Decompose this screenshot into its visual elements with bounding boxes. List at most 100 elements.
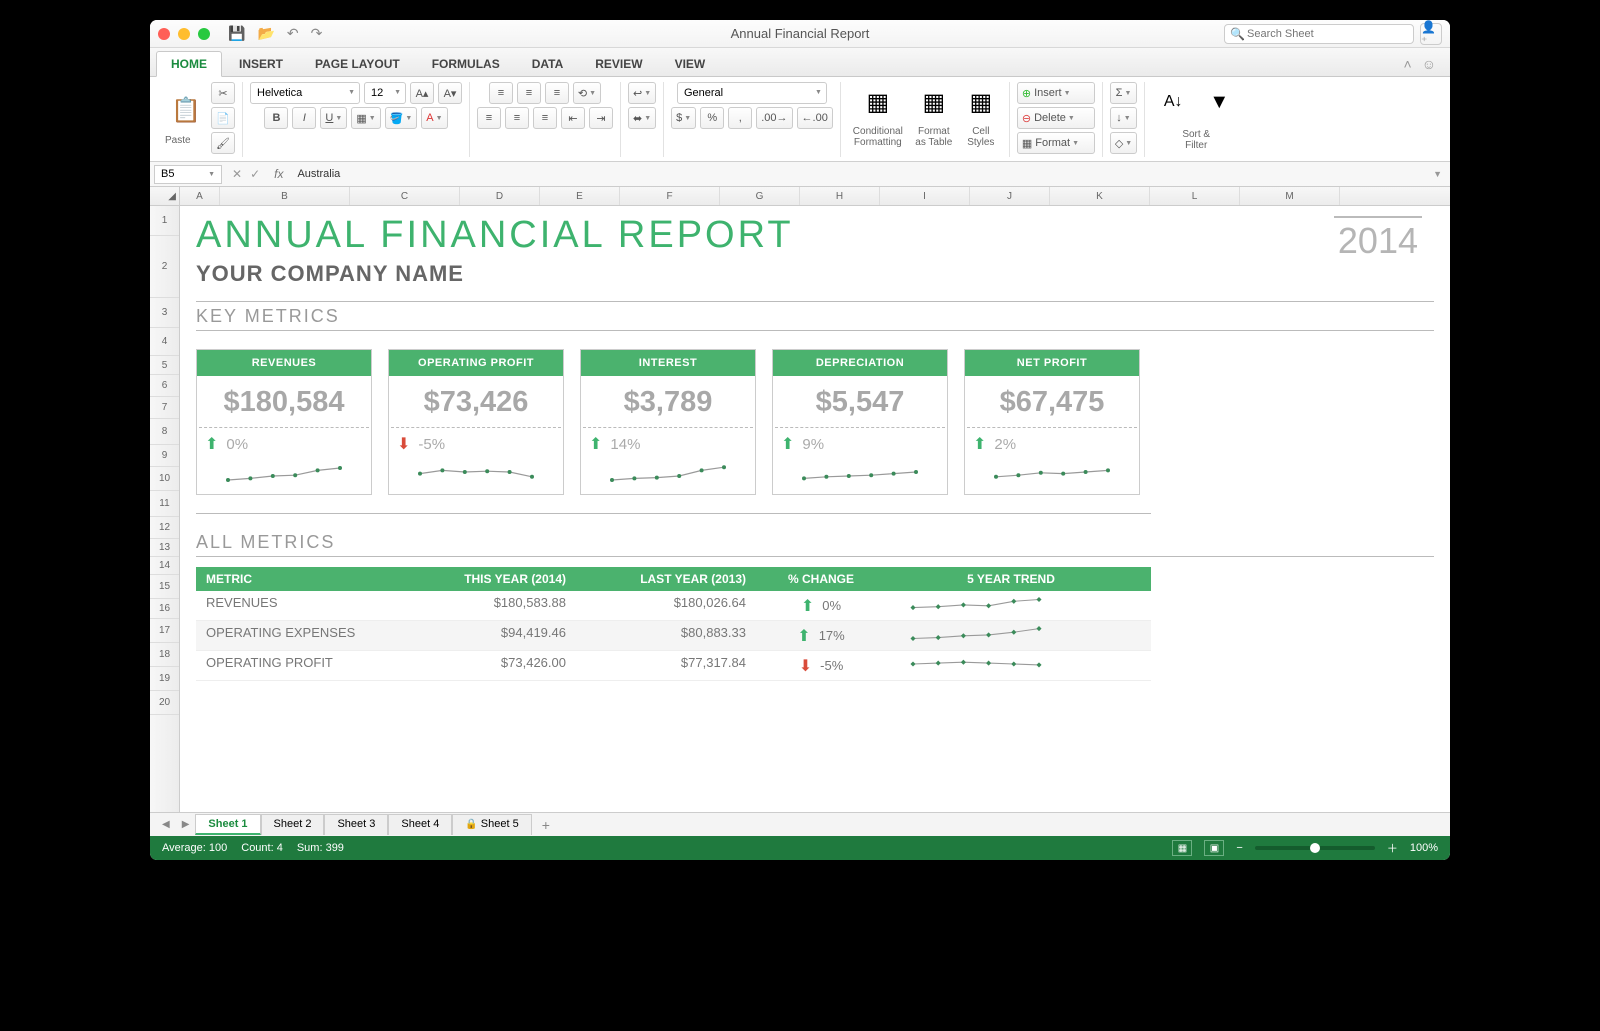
font-size-select[interactable]: 12▼ <box>364 82 406 104</box>
align-right-button[interactable]: ≡ <box>533 107 557 129</box>
clear-button[interactable]: ◇▼ <box>1110 132 1137 154</box>
delete-cells-button[interactable]: ⊖ Delete▼ <box>1017 107 1095 129</box>
next-sheet-button[interactable]: ▶ <box>176 819 196 830</box>
col-header[interactable]: D <box>460 187 540 205</box>
sheet-tab[interactable]: Sheet 4 <box>388 814 452 835</box>
row-header[interactable]: 17 <box>150 619 179 643</box>
row-header[interactable]: 14 <box>150 557 179 575</box>
fill-color-button[interactable]: 🪣▼ <box>385 107 418 129</box>
align-center-button[interactable]: ≡ <box>505 107 529 129</box>
sort-icon[interactable]: A↓ <box>1152 82 1194 122</box>
close-button[interactable] <box>158 28 170 40</box>
italic-button[interactable]: I <box>292 107 316 129</box>
select-all-corner[interactable]: ◢ <box>150 187 180 205</box>
row-header[interactable]: 16 <box>150 599 179 619</box>
accept-formula-icon[interactable]: ✓ <box>250 167 260 181</box>
percent-button[interactable]: % <box>700 107 724 129</box>
fx-icon[interactable]: fx <box>274 167 283 181</box>
row-header[interactable]: 4 <box>150 328 179 356</box>
undo-icon[interactable]: ↶ <box>287 25 299 42</box>
sheet-tab[interactable]: Sheet 3 <box>324 814 388 835</box>
underline-button[interactable]: U▼ <box>320 107 347 129</box>
col-header[interactable]: C <box>350 187 460 205</box>
wrap-text-button[interactable]: ↩▼ <box>628 82 656 104</box>
format-as-table-icon[interactable]: ▦ <box>913 82 955 122</box>
decrease-font-button[interactable]: A▾ <box>438 82 462 104</box>
bold-button[interactable]: B <box>264 107 288 129</box>
row-header[interactable]: 2 <box>150 236 179 298</box>
borders-button[interactable]: ▦▼ <box>351 107 380 129</box>
number-format-select[interactable]: General▼ <box>677 82 827 104</box>
col-header[interactable]: F <box>620 187 720 205</box>
row-header[interactable]: 12 <box>150 517 179 539</box>
open-icon[interactable]: 📂 <box>257 25 274 42</box>
col-header[interactable]: E <box>540 187 620 205</box>
increase-font-button[interactable]: A▴ <box>410 82 434 104</box>
row-header[interactable]: 6 <box>150 375 179 397</box>
align-bottom-button[interactable]: ≡ <box>545 82 569 104</box>
row-header[interactable]: 15 <box>150 575 179 599</box>
merge-button[interactable]: ⬌▼ <box>628 107 656 129</box>
paste-icon[interactable]: 📋 <box>165 91 207 131</box>
row-header[interactable]: 1 <box>150 206 179 236</box>
align-left-button[interactable]: ≡ <box>477 107 501 129</box>
sheet-tab[interactable]: Sheet 1 <box>195 814 260 835</box>
currency-button[interactable]: $▼ <box>671 107 696 129</box>
row-header[interactable]: 8 <box>150 419 179 445</box>
copy-button[interactable]: 📄 <box>211 107 235 129</box>
font-name-select[interactable]: Helvetica▼ <box>250 82 360 104</box>
insert-cells-button[interactable]: ⊕ Insert▼ <box>1017 82 1095 104</box>
row-header[interactable]: 9 <box>150 445 179 467</box>
sheet-content[interactable]: ANNUAL FINANCIAL REPORT 2014 YOUR COMPAN… <box>180 206 1450 812</box>
zoom-slider[interactable] <box>1255 846 1375 850</box>
col-header[interactable]: L <box>1150 187 1240 205</box>
row-header[interactable]: 10 <box>150 467 179 491</box>
share-button[interactable]: 👤⁺ <box>1420 23 1442 45</box>
row-header[interactable]: 13 <box>150 539 179 557</box>
col-header[interactable]: A <box>180 187 220 205</box>
minimize-button[interactable] <box>178 28 190 40</box>
zoom-button[interactable] <box>198 28 210 40</box>
align-top-button[interactable]: ≡ <box>489 82 513 104</box>
col-header[interactable]: M <box>1240 187 1340 205</box>
cell-styles-icon[interactable]: ▦ <box>960 82 1002 122</box>
redo-icon[interactable]: ↷ <box>311 25 323 42</box>
tab-data[interactable]: DATA <box>517 51 579 76</box>
format-cells-button[interactable]: ▦ Format▼ <box>1017 132 1095 154</box>
col-header[interactable]: G <box>720 187 800 205</box>
collapse-ribbon-icon[interactable]: ˄ <box>1404 56 1412 72</box>
row-header[interactable]: 20 <box>150 691 179 715</box>
tab-insert[interactable]: INSERT <box>224 51 298 76</box>
cut-button[interactable]: ✂ <box>211 82 235 104</box>
zoom-out-button[interactable]: − <box>1236 842 1242 854</box>
tab-formulas[interactable]: FORMULAS <box>417 51 515 76</box>
row-header[interactable]: 19 <box>150 667 179 691</box>
row-header[interactable]: 18 <box>150 643 179 667</box>
normal-view-button[interactable]: ▦ <box>1172 840 1192 856</box>
tab-view[interactable]: VIEW <box>660 51 721 76</box>
tab-home[interactable]: HOME <box>156 51 222 77</box>
increase-decimal-button[interactable]: .00→ <box>756 107 792 129</box>
formula-input[interactable]: Australia <box>291 168 1425 180</box>
col-header[interactable]: J <box>970 187 1050 205</box>
col-header[interactable]: K <box>1050 187 1150 205</box>
fill-button[interactable]: ↓▼ <box>1110 107 1137 129</box>
save-icon[interactable]: 💾 <box>228 25 245 42</box>
row-header[interactable]: 3 <box>150 298 179 328</box>
sheet-tab[interactable]: Sheet 2 <box>261 814 325 835</box>
tab-review[interactable]: REVIEW <box>580 51 657 76</box>
format-painter-button[interactable]: 🖌 <box>211 132 235 154</box>
expand-formula-icon[interactable]: ▼ <box>1425 169 1450 179</box>
feedback-icon[interactable]: ☺ <box>1422 56 1436 72</box>
filter-icon[interactable]: ▼ <box>1198 82 1240 122</box>
conditional-formatting-icon[interactable]: ▦ <box>857 82 899 122</box>
col-header[interactable]: H <box>800 187 880 205</box>
decrease-indent-button[interactable]: ⇤ <box>561 107 585 129</box>
orientation-button[interactable]: ⟲▼ <box>573 82 601 104</box>
zoom-in-button[interactable]: ＋ <box>1387 840 1398 856</box>
prev-sheet-button[interactable]: ◀ <box>156 819 176 830</box>
add-sheet-button[interactable]: + <box>532 817 560 833</box>
name-box[interactable]: B5▼ <box>154 165 222 184</box>
decrease-decimal-button[interactable]: ←.00 <box>797 107 833 129</box>
sheet-tab[interactable]: 🔒Sheet 5 <box>452 814 531 835</box>
